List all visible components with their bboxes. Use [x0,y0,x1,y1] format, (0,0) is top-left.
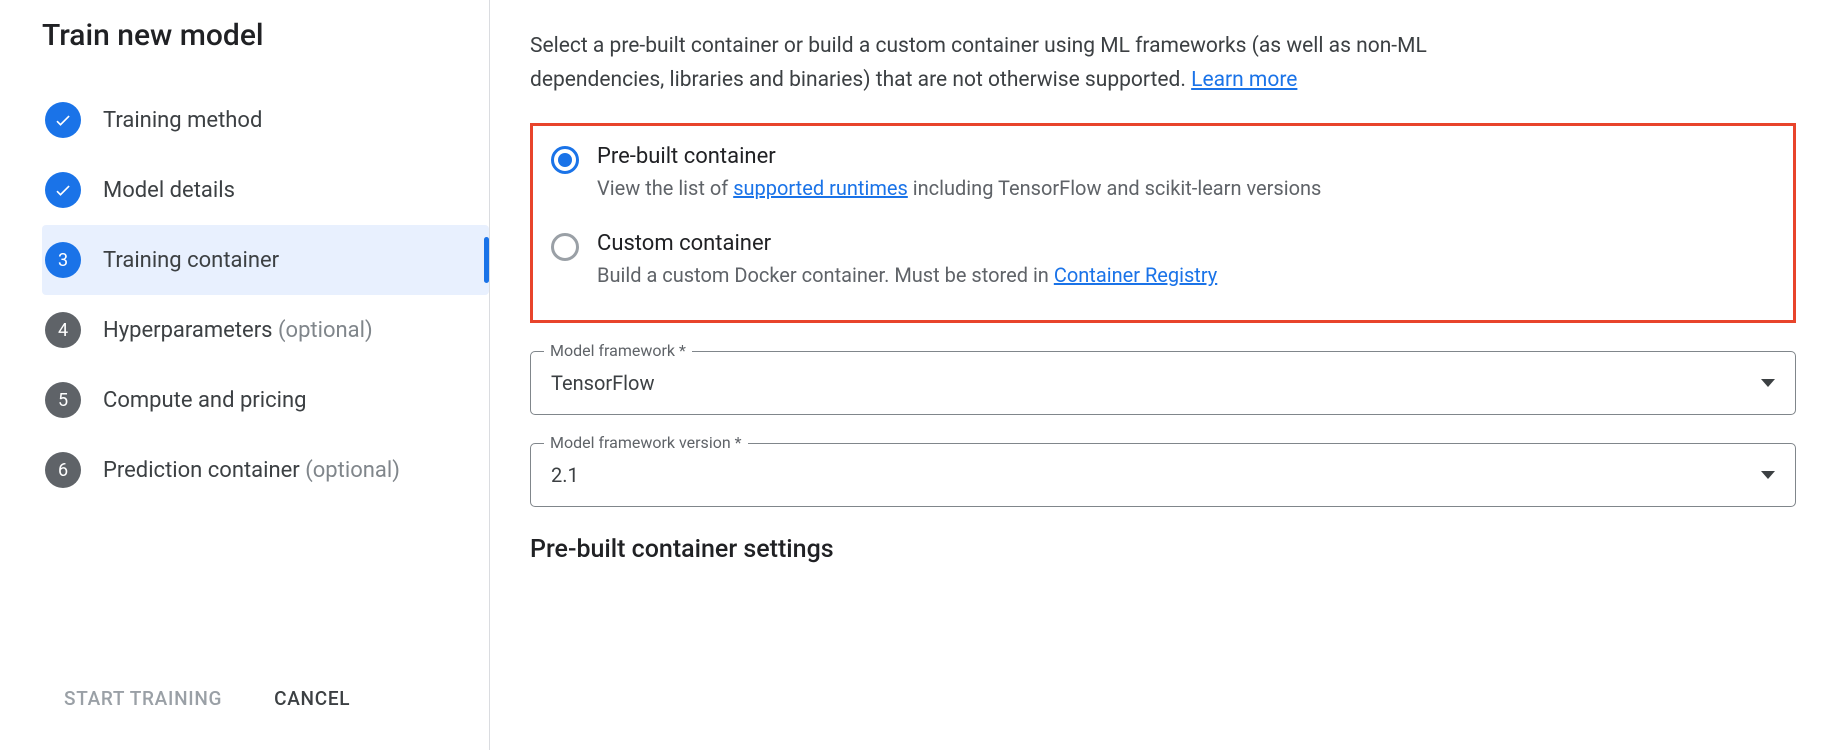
container-registry-link[interactable]: Container Registry [1054,263,1217,287]
step-hyperparameters[interactable]: 4 Hyperparameters (optional) [42,295,489,365]
radio-subtitle: Build a custom Docker container. Must be… [597,260,1217,290]
main-panel: Select a pre-built container or build a … [490,0,1836,750]
select-box[interactable]: 2.1 [530,443,1796,507]
steps-list: Training method Model details 3 Training… [42,85,489,661]
step-number-icon: 4 [45,312,81,348]
step-optional-text: (optional) [305,458,400,483]
radio-sub-text: Build a custom Docker container. Must be… [597,263,1054,287]
step-label: Prediction container (optional) [103,458,400,483]
radio-icon[interactable] [551,233,579,261]
container-description: Select a pre-built container or build a … [530,30,1430,97]
model-framework-select[interactable]: Model framework * TensorFlow [530,351,1796,415]
page-title: Train new model [42,18,489,53]
select-legend: Model framework version * [544,433,748,452]
cancel-button[interactable]: CANCEL [274,687,350,710]
step-label: Training method [103,108,262,133]
step-label-text: Prediction container [103,458,300,483]
step-training-container[interactable]: 3 Training container [42,225,489,295]
select-legend: Model framework * [544,341,692,360]
container-type-radio-group: Pre-built container View the list of sup… [530,123,1796,323]
learn-more-link[interactable]: Learn more [1191,68,1297,92]
radio-title: Custom container [597,231,1217,256]
supported-runtimes-link[interactable]: supported runtimes [733,176,908,200]
select-value: TensorFlow [551,371,654,395]
step-label: Model details [103,178,235,203]
radio-sub-text: including TensorFlow and scikit-learn ve… [908,176,1322,200]
sidebar-footer: START TRAINING CANCEL [42,661,489,750]
step-number-icon: 5 [45,382,81,418]
radio-custom-container[interactable]: Custom container Build a custom Docker c… [551,231,1771,290]
radio-prebuilt-container[interactable]: Pre-built container View the list of sup… [551,144,1771,203]
select-box[interactable]: TensorFlow [530,351,1796,415]
chevron-down-icon [1761,379,1775,387]
radio-text: Custom container Build a custom Docker c… [597,231,1217,290]
radio-dot-icon [558,153,572,167]
step-label: Training container [103,248,279,273]
step-number-icon: 6 [45,452,81,488]
check-icon [45,172,81,208]
start-training-button: START TRAINING [64,687,222,710]
select-value: 2.1 [551,463,579,487]
step-compute-pricing[interactable]: 5 Compute and pricing [42,365,489,435]
sidebar: Train new model Training method Model de… [0,0,490,750]
step-training-method[interactable]: Training method [42,85,489,155]
step-prediction-container[interactable]: 6 Prediction container (optional) [42,435,489,505]
radio-text: Pre-built container View the list of sup… [597,144,1321,203]
step-label: Hyperparameters (optional) [103,318,373,343]
step-model-details[interactable]: Model details [42,155,489,225]
radio-title: Pre-built container [597,144,1321,169]
step-number-icon: 3 [45,242,81,278]
model-framework-version-select[interactable]: Model framework version * 2.1 [530,443,1796,507]
check-icon [45,102,81,138]
radio-sub-text: View the list of [597,176,733,200]
radio-icon[interactable] [551,146,579,174]
prebuilt-settings-title: Pre-built container settings [530,535,1796,564]
step-label: Compute and pricing [103,388,306,413]
step-label-text: Hyperparameters [103,318,273,343]
step-optional-text: (optional) [278,318,373,343]
radio-subtitle: View the list of supported runtimes incl… [597,173,1321,203]
chevron-down-icon [1761,471,1775,479]
